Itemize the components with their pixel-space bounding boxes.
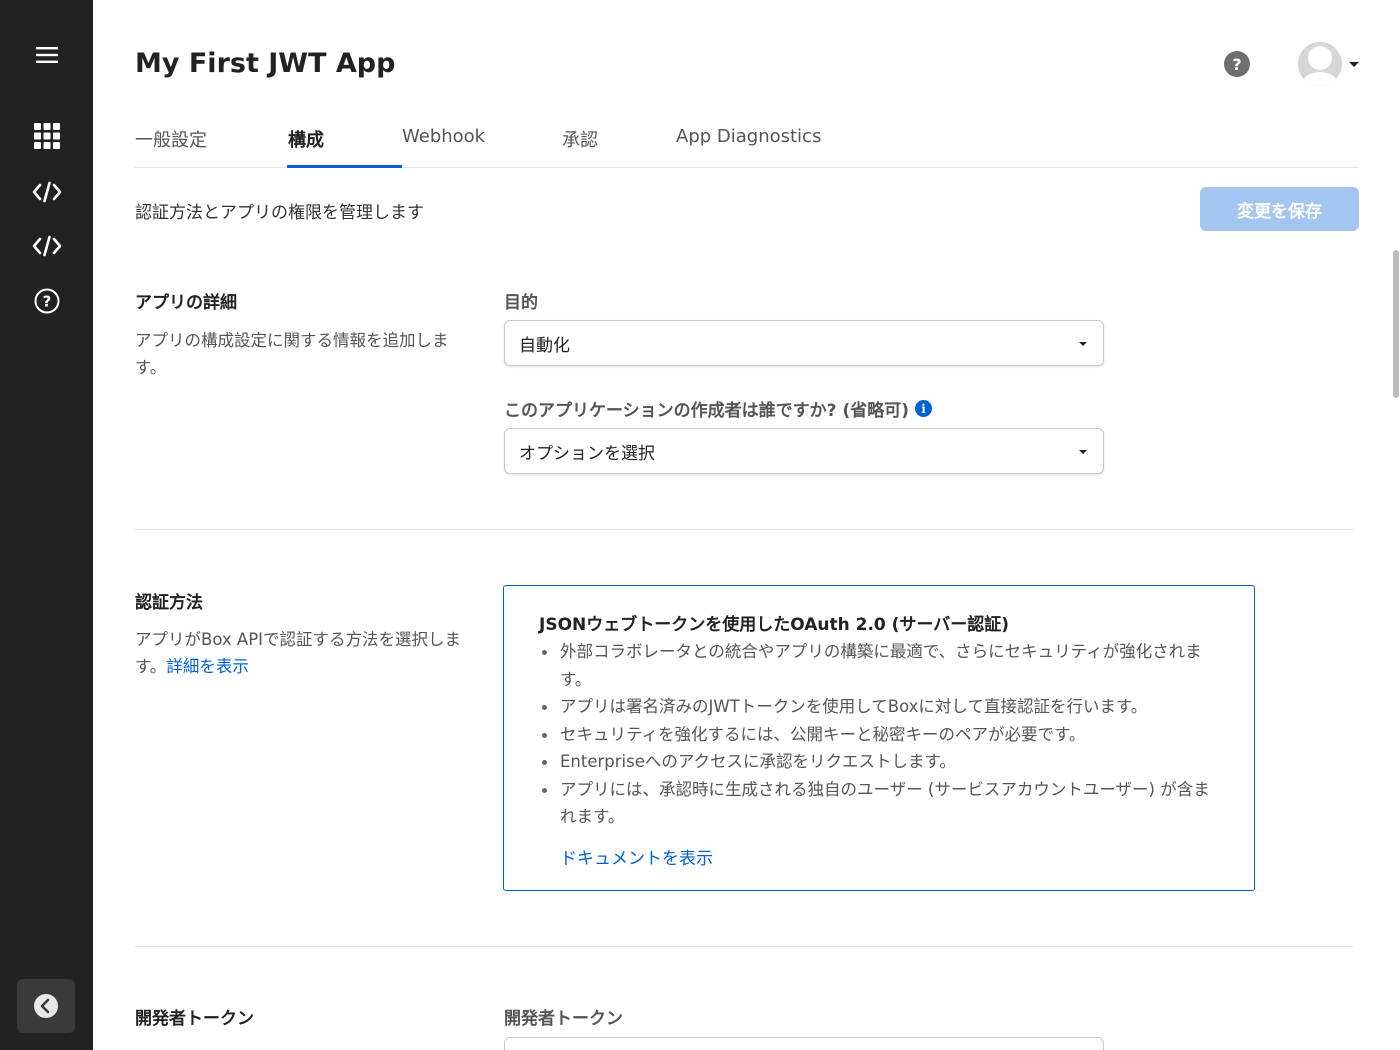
auth-method-description: アプリがBox APIで認証する方法を選択します。詳細を表示 <box>135 626 465 680</box>
list-item: アプリには、承認時に生成される独自のユーザー (サービスアカウントユーザー) が… <box>542 776 1220 831</box>
page-title: My First JWT App <box>135 48 396 79</box>
developer-token-label: 開発者トークン <box>504 1004 623 1029</box>
page-subtitle: 認証方法とアプリの権限を管理します <box>135 203 424 223</box>
tab-configuration[interactable]: 構成 <box>288 126 324 168</box>
section-divider <box>135 529 1353 530</box>
purpose-label-text: 目的 <box>504 293 538 313</box>
chevron-down-icon <box>1079 450 1087 454</box>
list-item: セキュリティを強化するには、公開キーと秘密キーのペアが必要です。 <box>542 721 1220 749</box>
left-sidebar: ? <box>0 0 93 1050</box>
creator-label-text: このアプリケーションの作成者は誰ですか? (省略可) <box>504 401 909 421</box>
code-icon[interactable] <box>24 172 70 212</box>
svg-text:?: ? <box>43 293 52 311</box>
tab-app-diagnostics[interactable]: App Diagnostics <box>676 126 821 168</box>
help-circle-icon[interactable]: ? <box>24 281 70 321</box>
view-documentation-link[interactable]: ドキュメントを表示 <box>560 844 713 869</box>
tab-authorization[interactable]: 承認 <box>562 126 598 168</box>
list-item: 外部コラボレータとの統合やアプリの構築に最適で、さらにセキュリティが強化されます… <box>542 638 1220 693</box>
list-item: Enterpriseへのアクセスに承認をリクエストします。 <box>542 748 1220 776</box>
auth-option-jwt-card[interactable]: JSONウェブトークンを使用したOAuth 2.0 (サーバー認証) 外部コラボ… <box>503 585 1255 891</box>
section-divider <box>135 946 1353 947</box>
chevron-down-icon <box>1079 342 1087 346</box>
purpose-select-value: 自動化 <box>519 335 570 356</box>
active-tab-indicator <box>287 165 402 168</box>
purpose-select[interactable]: 自動化 <box>504 320 1104 366</box>
code-snippet-icon[interactable] <box>24 226 70 266</box>
chevron-left-icon <box>34 994 58 1018</box>
tab-bar: 一般設定 構成 Webhook 承認 App Diagnostics <box>135 120 1359 168</box>
hamburger-menu-icon[interactable] <box>24 35 70 75</box>
creator-select[interactable]: オプションを選択 <box>504 428 1104 474</box>
save-changes-button[interactable]: 変更を保存 <box>1200 187 1359 231</box>
scrollbar-track[interactable] <box>1391 0 1400 1050</box>
info-icon[interactable]: i <box>914 400 932 417</box>
scrollbar-thumb[interactable] <box>1393 250 1399 398</box>
apps-grid-icon[interactable] <box>24 116 70 156</box>
auth-method-title: 認証方法 <box>135 593 203 613</box>
auth-option-title: JSONウェブトークンを使用したOAuth 2.0 (サーバー認証) <box>539 615 1010 635</box>
list-item: アプリは署名済みのJWTトークンを使用してBoxに対して直接認証を行います。 <box>542 693 1220 721</box>
app-details-title: アプリの詳細 <box>135 293 237 313</box>
user-silhouette-icon <box>1301 46 1339 86</box>
account-menu-caret-icon[interactable] <box>1349 62 1359 67</box>
collapse-sidebar-button[interactable] <box>17 979 75 1033</box>
developer-token-title: 開発者トークン <box>135 1009 254 1029</box>
avatar[interactable] <box>1298 42 1342 86</box>
tab-general[interactable]: 一般設定 <box>135 126 207 168</box>
help-icon[interactable]: ? <box>1224 51 1250 77</box>
creator-select-value: オプションを選択 <box>519 443 655 464</box>
view-details-link[interactable]: 詳細を表示 <box>166 657 249 676</box>
developer-token-field[interactable] <box>504 1037 1104 1050</box>
auth-option-features: 外部コラボレータとの統合やアプリの構築に最適で、さらにセキュリティが強化されます… <box>542 638 1220 831</box>
main-content: My First JWT App ? 一般設定 構成 Webhook 承認 Ap… <box>93 0 1400 1050</box>
purpose-label: 目的 <box>504 288 538 313</box>
tab-webhook[interactable]: Webhook <box>402 126 485 168</box>
app-details-description: アプリの構成設定に関する情報を追加します。 <box>135 331 449 377</box>
creator-label: このアプリケーションの作成者は誰ですか? (省略可) i <box>504 396 932 421</box>
developer-token-label-text: 開発者トークン <box>504 1009 623 1029</box>
